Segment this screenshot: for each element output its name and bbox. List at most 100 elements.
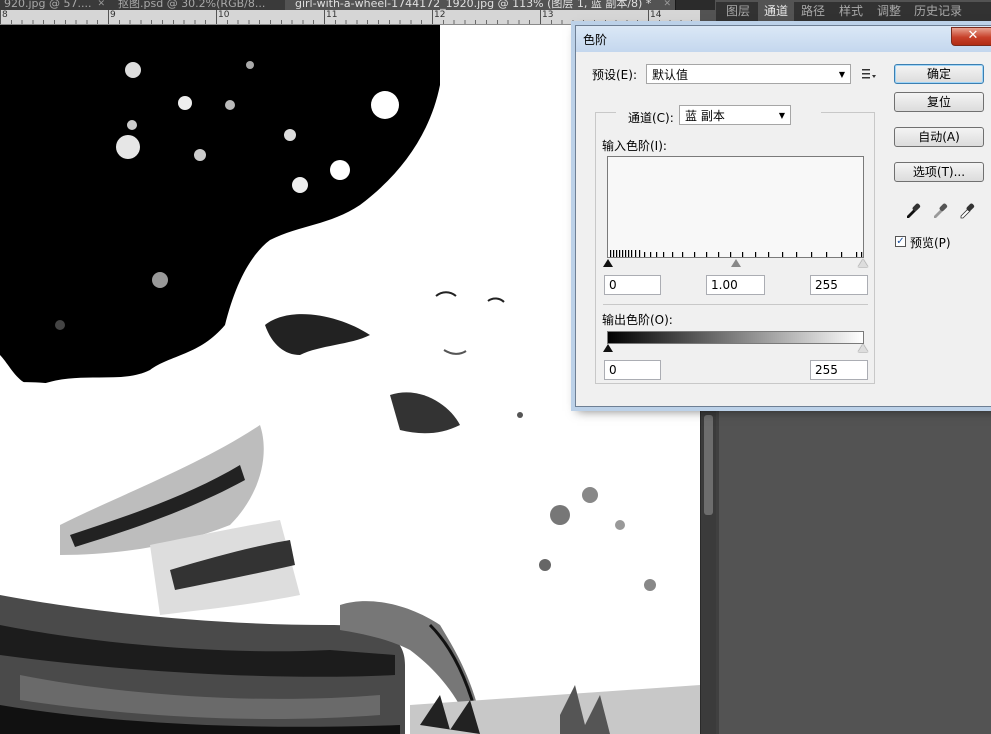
histogram-bar: [742, 252, 744, 257]
histogram-bar: [672, 252, 674, 257]
tab-history[interactable]: 历史记录: [908, 2, 968, 21]
histogram-bar: [619, 250, 621, 257]
output-levels-label: 输出色阶(O):: [602, 313, 673, 327]
histogram-bar: [663, 252, 665, 257]
preset-value: 默认值: [652, 68, 689, 82]
histogram-bar: [631, 250, 633, 257]
tab-adjustments[interactable]: 调整: [871, 2, 907, 21]
ruler-number: 8: [2, 10, 8, 20]
histogram-bar: [782, 252, 784, 257]
document-tab-label: 920.jpg @ 57....: [4, 0, 92, 10]
horizontal-ruler[interactable]: 8 9 10 11 12 13 14: [0, 10, 700, 25]
preset-dropdown[interactable]: 默认值 ▼: [646, 64, 851, 84]
ruler-number: 12: [434, 10, 446, 20]
preview-label[interactable]: 预览(P): [910, 234, 951, 251]
ruler-tick: [432, 10, 433, 24]
histogram-bar: [656, 252, 658, 257]
histogram-bar: [622, 250, 624, 257]
ruler-tick: [0, 10, 1, 24]
ruler-number: 9: [110, 10, 116, 20]
auto-button[interactable]: 自动(A): [894, 127, 984, 147]
histogram-bar: [796, 252, 798, 257]
white-point-eyedropper-icon[interactable]: [958, 201, 976, 219]
chevron-down-icon: ▼: [778, 111, 785, 120]
ruler-number: 10: [218, 10, 230, 20]
histogram-bar: [718, 252, 720, 257]
options-button[interactable]: 选项(T)...: [894, 162, 984, 182]
input-gamma-slider[interactable]: [731, 259, 741, 267]
channel-label: 通道(C):: [628, 111, 674, 125]
document-tab-2[interactable]: 抠图.psd @ 30.2%(RGB/8... ✕: [106, 0, 297, 10]
histogram: [607, 156, 864, 258]
ok-button[interactable]: 确定: [894, 64, 984, 84]
input-black-slider[interactable]: [603, 259, 613, 267]
histogram-bar: [650, 252, 652, 257]
dialog-titlebar[interactable]: 色阶 ✕: [576, 26, 991, 52]
preset-label: 预设(E):: [592, 68, 637, 82]
histogram-bar: [639, 250, 641, 257]
close-button[interactable]: ✕: [951, 27, 991, 46]
histogram-bar: [768, 252, 770, 257]
levels-dialog: 色阶 ✕ 预设(E): 默认值 ▼ 通道(C): 蓝 副本 ▼ 输入色阶(I):…: [575, 25, 991, 407]
histogram-bar: [682, 252, 684, 257]
close-icon[interactable]: ✕: [663, 0, 671, 9]
histogram-bar: [628, 250, 630, 257]
histogram-bar: [625, 250, 627, 257]
dialog-title: 色阶: [583, 33, 608, 47]
chevron-down-icon: ▼: [838, 70, 845, 79]
document-tab-1[interactable]: 920.jpg @ 57.... ✕: [0, 0, 110, 10]
preview-checkbox[interactable]: ✓: [895, 236, 906, 247]
ruler-tick: [108, 10, 109, 24]
reset-button[interactable]: 复位: [894, 92, 984, 112]
histogram-bar: [841, 252, 843, 257]
output-black-field[interactable]: 0: [604, 360, 661, 380]
document-tab-label: girl-with-a-wheel-1744172_1920.jpg @ 113…: [295, 0, 652, 10]
histogram-bar: [616, 250, 618, 257]
input-white-field[interactable]: 255: [810, 275, 868, 295]
panel-tab-bar: 图层 通道 路径 样式 调整 历史记录: [716, 2, 991, 22]
input-gamma-field[interactable]: 1.00: [706, 275, 765, 295]
histogram-bar: [694, 252, 696, 257]
output-white-field[interactable]: 255: [810, 360, 868, 380]
ruler-tick: [648, 10, 649, 24]
divider: [603, 304, 868, 305]
tab-paths[interactable]: 路径: [795, 2, 831, 21]
tab-channels[interactable]: 通道: [758, 2, 794, 21]
histogram-bar: [755, 252, 757, 257]
histogram-bar: [706, 252, 708, 257]
input-levels-label: 输入色阶(I):: [602, 139, 667, 153]
channel-dropdown[interactable]: 蓝 副本 ▼: [679, 105, 791, 125]
output-gradient-bar: [607, 331, 864, 344]
output-black-slider[interactable]: [603, 344, 613, 352]
ruler-tick: [540, 10, 541, 24]
document-tab-3[interactable]: girl-with-a-wheel-1744172_1920.jpg @ 113…: [285, 0, 676, 10]
ruler-number: 11: [326, 10, 338, 20]
document-tab-bar: 920.jpg @ 57.... ✕ 抠图.psd @ 30.2%(RGB/8.…: [0, 0, 715, 10]
histogram-bar: [613, 250, 615, 257]
histogram-bar: [811, 252, 813, 257]
close-icon[interactable]: ✕: [97, 0, 105, 9]
scrollbar-thumb[interactable]: [704, 415, 713, 515]
histogram-bar: [730, 252, 732, 257]
histogram-bar: [635, 250, 637, 257]
histogram-bar: [826, 252, 828, 257]
gray-point-eyedropper-icon[interactable]: [931, 201, 949, 219]
ruler-number: 13: [542, 10, 554, 20]
input-black-field[interactable]: 0: [604, 275, 661, 295]
preset-options-icon[interactable]: [862, 68, 876, 80]
histogram-bar: [644, 252, 646, 257]
channel-value: 蓝 副本: [685, 109, 725, 123]
histogram-bar: [861, 252, 863, 257]
input-white-slider[interactable]: [858, 259, 868, 267]
output-white-slider[interactable]: [858, 344, 868, 352]
ruler-number: 14: [650, 10, 662, 20]
histogram-bar: [856, 252, 858, 257]
close-icon: ✕: [967, 28, 979, 43]
ruler-tick: [324, 10, 325, 24]
tab-styles[interactable]: 样式: [832, 2, 870, 21]
document-tab-label: 抠图.psd @ 30.2%(RGB/8...: [118, 0, 266, 10]
ruler-tick: [216, 10, 217, 24]
black-point-eyedropper-icon[interactable]: [904, 201, 922, 219]
histogram-bar: [610, 250, 612, 257]
tab-layers[interactable]: 图层: [719, 2, 757, 21]
